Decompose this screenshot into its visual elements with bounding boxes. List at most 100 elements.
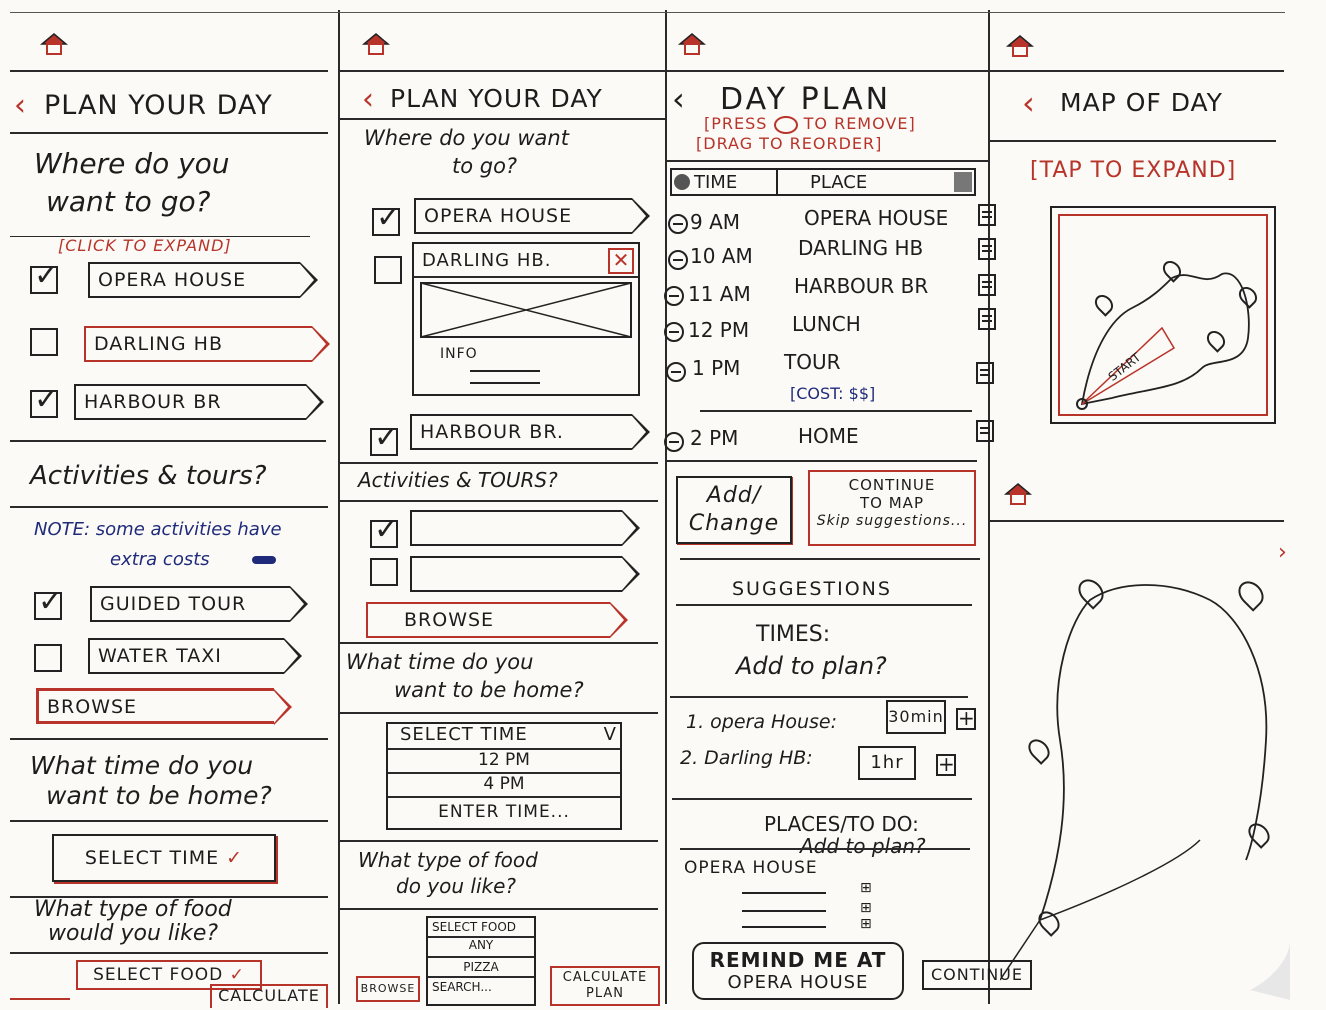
tour-cost: [COST: $$] [790, 384, 876, 403]
divider [990, 520, 1284, 522]
info-line [470, 382, 540, 384]
drag-handle-icon[interactable] [978, 274, 996, 296]
drag-handle-icon[interactable] [978, 308, 996, 330]
remove-icon[interactable] [666, 362, 686, 382]
drag-handle-icon[interactable] [976, 420, 994, 442]
row-time: 12 PM [688, 318, 750, 342]
where-question: want to go? [46, 185, 211, 218]
place-darling-hb[interactable]: DARLING HB [84, 326, 330, 362]
to-map-label: TO MAP [860, 494, 924, 512]
select-food-label[interactable]: SELECT FOOD [432, 920, 516, 934]
select-food-label: SELECT FOOD [93, 965, 224, 985]
continue-button[interactable]: CONTINUE [922, 960, 1032, 990]
time-dropdown-open[interactable]: SELECT TIME V 12 PM 4 PM ENTER TIME... [386, 722, 622, 830]
plan-label: PLAN [586, 986, 624, 1001]
home-icon[interactable] [1005, 34, 1035, 58]
food-option[interactable]: PIZZA [428, 960, 534, 974]
checkbox-guided-tour[interactable] [34, 584, 63, 620]
activity-guided-tour[interactable]: GUIDED TOUR [90, 586, 308, 622]
checkbox-darling-hb[interactable] [30, 328, 58, 356]
add-icon[interactable]: ⊞ [860, 880, 872, 896]
duration-field[interactable]: 1hr [858, 746, 916, 780]
calculate-button[interactable]: CALCULATE [210, 984, 328, 1008]
chevron-down-icon: V [603, 724, 616, 745]
todo-line [742, 910, 826, 912]
remove-hint: [PRESS TO REMOVE] [704, 114, 916, 134]
remove-icon[interactable] [664, 286, 684, 306]
back-chevron-icon[interactable]: ‹ [672, 80, 686, 118]
checkbox-activity[interactable] [370, 512, 399, 548]
checkbox-darling-hb[interactable] [374, 256, 402, 284]
continue-to-map-button[interactable]: CONTINUE TO MAP Skip suggestions... [808, 470, 976, 546]
time-option[interactable]: 12 PM [388, 750, 620, 770]
divider [10, 440, 326, 442]
browse-button[interactable]: BROWSE [366, 602, 628, 638]
home-icon[interactable] [1003, 482, 1033, 510]
back-chevron-icon[interactable]: ‹ [14, 88, 27, 123]
divider [340, 712, 658, 714]
drag-handle-icon[interactable] [978, 238, 996, 260]
food-dropdown-open[interactable]: SELECT FOOD ANY PIZZA SEARCH... [426, 916, 536, 1006]
note-text: extra costs [110, 549, 210, 570]
expanded-card-darling-hb[interactable]: DARLING HB. ✕ INFO [412, 242, 640, 396]
select-time-label[interactable]: SELECT TIME [400, 724, 528, 745]
checkbox-harbour-br[interactable] [30, 382, 59, 418]
divider [667, 460, 977, 462]
add-icon[interactable]: + [956, 708, 976, 730]
map-thumbnail[interactable]: START [1050, 206, 1276, 424]
remove-icon[interactable] [668, 250, 688, 270]
note-text: NOTE: some activities have [34, 519, 282, 540]
divider [428, 976, 534, 978]
home-icon[interactable] [677, 32, 707, 56]
calculate-plan-button[interactable]: CALCULATE PLAN [550, 966, 660, 1006]
place-opera-house[interactable]: OPERA HOUSE [414, 198, 650, 234]
browse-small-button[interactable]: BROWSE [356, 976, 420, 1002]
duration-field[interactable]: 30min [886, 700, 946, 734]
divider [990, 140, 1276, 142]
place-harbour-br[interactable]: HARBOUR BR. [410, 414, 650, 450]
time-question: What time do you [30, 751, 254, 780]
page-title: PLAN YOUR DAY [44, 90, 273, 121]
time-option[interactable]: ENTER TIME... [388, 802, 620, 822]
checkbox-opera-house[interactable] [372, 200, 401, 236]
time-option[interactable]: 4 PM [388, 774, 620, 794]
row-place: OPERA HOUSE [804, 206, 949, 230]
food-option[interactable]: SEARCH... [432, 980, 492, 994]
suggestions-title: SUGGESTIONS [732, 578, 892, 600]
remove-icon[interactable] [664, 432, 684, 452]
checkbox-activity[interactable] [370, 558, 398, 586]
row-place: DARLING HB [798, 236, 924, 260]
divider [10, 506, 328, 508]
add-icon[interactable]: ⊞ [860, 900, 872, 916]
place-harbour-br[interactable]: HARBOUR BR [74, 384, 324, 420]
hint-text: TO REMOVE] [803, 114, 916, 133]
remind-me-button[interactable]: REMIND ME AT OPERA HOUSE [692, 942, 904, 1000]
drag-handle-icon[interactable] [976, 362, 994, 384]
home-icon[interactable] [39, 32, 69, 56]
remove-icon[interactable] [668, 214, 688, 234]
browse-button[interactable]: BROWSE [36, 688, 292, 725]
back-chevron-icon[interactable]: ‹ [1022, 84, 1036, 122]
add-icon[interactable]: ⊞ [860, 916, 872, 932]
checkbox-opera-house[interactable] [30, 258, 59, 294]
add-icon[interactable]: + [936, 754, 956, 776]
remove-icon[interactable] [664, 322, 684, 342]
activity-slot[interactable] [410, 556, 640, 592]
select-time-dropdown[interactable]: SELECT TIME ✓ [52, 834, 276, 882]
where-question: Where do you want [364, 126, 569, 150]
close-icon[interactable]: ✕ [608, 248, 634, 274]
checkbox-water-taxi[interactable] [34, 644, 62, 672]
remind-place: OPERA HOUSE [727, 972, 869, 993]
divider [340, 462, 658, 464]
row-time: 10 AM [690, 244, 753, 268]
drag-handle-icon[interactable] [978, 204, 996, 226]
back-chevron-icon[interactable]: ‹ [362, 82, 375, 117]
strike-mark-icon [252, 556, 276, 564]
activity-water-taxi[interactable]: WATER TAXI [88, 638, 302, 674]
place-opera-house[interactable]: OPERA HOUSE [88, 262, 318, 298]
home-icon[interactable] [361, 32, 391, 56]
checkbox-harbour-br[interactable] [370, 420, 399, 456]
food-option[interactable]: ANY [428, 938, 534, 952]
activity-slot[interactable] [410, 510, 640, 546]
add-change-button[interactable]: Add/ Change [676, 476, 792, 544]
